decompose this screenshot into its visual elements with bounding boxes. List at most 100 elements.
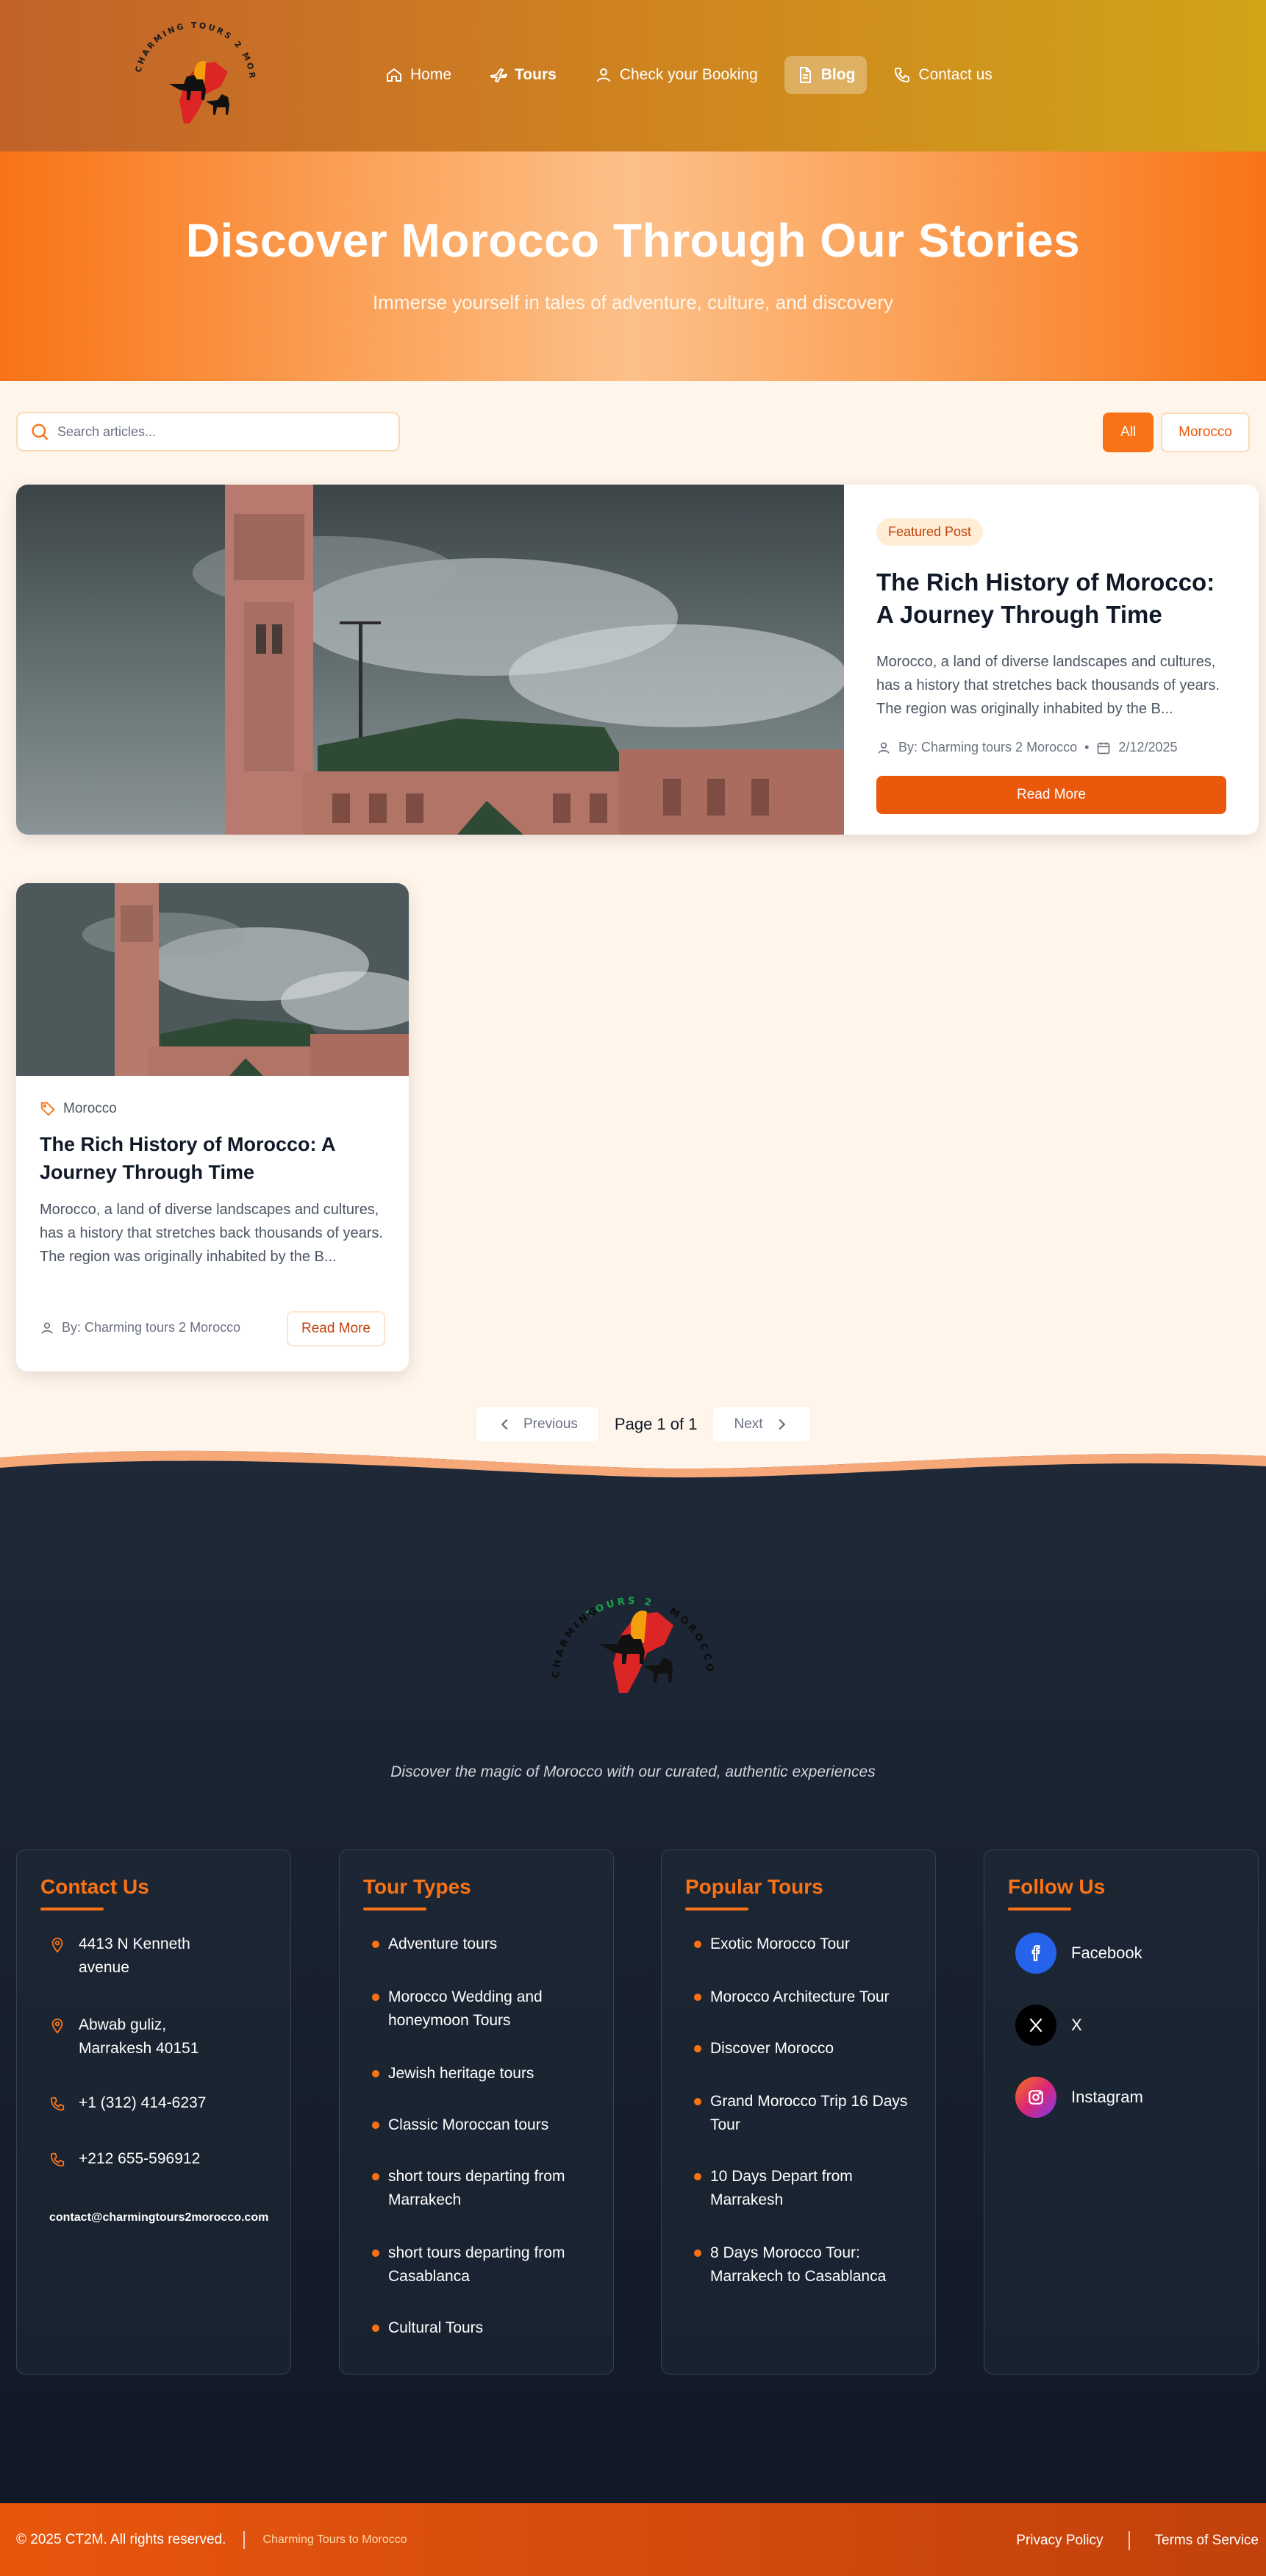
nav-check-booking-label: Check your Booking <box>619 66 758 83</box>
previous-page-button[interactable]: Previous <box>475 1405 600 1444</box>
popular-tour-label: Morocco Architecture Tour <box>710 1988 890 2005</box>
contact-address-2-text: Abwab guliz, Marrakesh 40151 <box>79 2016 199 2057</box>
post-card-title[interactable]: The Rich History of Morocco: A Journey T… <box>40 1130 385 1186</box>
title-underline <box>1008 1908 1071 1910</box>
featured-post-content: Featured Post The Rich History of Morocc… <box>876 518 1226 814</box>
top-navbar: CHARMING TOURS 2 MOROCCO Home Tours Chec… <box>0 0 1266 151</box>
popular-tour-link[interactable]: Grand Morocco Trip 16 Days Tour <box>694 2090 915 2137</box>
popular-tour-link[interactable]: Discover Morocco <box>694 2037 915 2061</box>
chevron-left-icon <box>501 1419 508 1430</box>
previous-label: Previous <box>523 1416 578 1432</box>
plane-icon <box>490 68 508 83</box>
phone-icon <box>895 68 910 83</box>
featured-post-image[interactable] <box>16 485 844 835</box>
filter-morocco-button[interactable]: Morocco <box>1161 413 1250 452</box>
map-pin-icon <box>51 1937 63 1953</box>
footer-contact-column: Contact Us 4413 N Kenneth avenue Abwab g… <box>16 1849 291 2375</box>
divider <box>243 2531 246 2549</box>
contact-address-2: Abwab guliz, Marrakesh 40151 <box>49 2013 240 2061</box>
svg-text:MOROCCO: MOROCCO <box>668 1606 715 1675</box>
bullet-dot <box>694 2249 701 2257</box>
post-card-image[interactable] <box>16 883 409 1076</box>
bullet-dot <box>372 2249 379 2257</box>
hero-title: Discover Morocco Through Our Stories <box>185 214 1081 267</box>
tour-type-link[interactable]: short tours departing from Marrakech <box>372 2165 593 2212</box>
featured-read-more-button[interactable]: Read More <box>876 776 1226 814</box>
featured-post-excerpt: Morocco, a land of diverse landscapes an… <box>876 654 1220 717</box>
post-card-author: By: Charming tours 2 Morocco <box>62 1320 241 1335</box>
terms-of-service-link[interactable]: Terms of Service <box>1155 2533 1259 2549</box>
footer-follow-title: Follow Us <box>1008 1875 1106 1898</box>
next-page-button[interactable]: Next <box>712 1405 812 1444</box>
bullet-dot <box>372 2173 379 2180</box>
nav-tours[interactable]: Tours <box>478 56 568 94</box>
nav-tours-label: Tours <box>515 66 557 83</box>
post-card-excerpt: Morocco, a land of diverse landscapes an… <box>40 1202 383 1265</box>
instagram-link[interactable]: Instagram <box>1015 2077 1143 2118</box>
popular-tour-link[interactable]: 8 Days Morocco Tour: Marrakech to Casabl… <box>694 2241 915 2288</box>
featured-post-title[interactable]: The Rich History of Morocco: A Journey T… <box>876 566 1226 631</box>
contact-phone-1-text: +1 (312) 414-6237 <box>79 2094 207 2111</box>
facebook-label: Facebook <box>1071 1944 1142 1962</box>
contact-phone-1[interactable]: +1 (312) 414-6237 <box>49 2091 206 2115</box>
popular-tour-link[interactable]: Exotic Morocco Tour <box>694 1933 915 1956</box>
search-input[interactable] <box>57 424 387 440</box>
nav-blog[interactable]: Blog <box>784 56 868 94</box>
popular-tour-label: 8 Days Morocco Tour: Marrakech to Casabl… <box>710 2244 887 2285</box>
meta-separator: • <box>1084 740 1090 754</box>
tour-type-link[interactable]: Cultural Tours <box>372 2316 593 2340</box>
title-underline <box>40 1908 104 1910</box>
footer-logo[interactable]: TOURS 2 CHARMING MOROCCO <box>537 1553 729 1708</box>
title-underline <box>363 1908 426 1910</box>
facebook-link[interactable]: Facebook <box>1015 1933 1142 1974</box>
bullet-dot <box>372 1994 379 2001</box>
tag-icon <box>40 1102 55 1116</box>
contact-email-text: contact@charmingtours2morocco.com <box>49 2211 269 2224</box>
contact-email[interactable]: contact@charmingtours2morocco.com <box>49 2206 268 2230</box>
category-filters: All Morocco <box>1103 413 1250 452</box>
featured-badge: Featured Post <box>876 518 984 546</box>
tour-type-link[interactable]: Jewish heritage tours <box>372 2062 593 2086</box>
bullet-dot <box>694 1941 701 1948</box>
page-indicator: Page 1 of 1 <box>614 1415 698 1433</box>
contact-phone-2[interactable]: +212 655-596912 <box>49 2147 200 2171</box>
hero-subtitle: Immerse yourself in tales of adventure, … <box>372 291 894 313</box>
tour-type-link[interactable]: Morocco Wedding and honeymoon Tours <box>372 1985 593 2033</box>
x-logo-icon <box>1015 2005 1056 2046</box>
privacy-policy-link[interactable]: Privacy Policy <box>1016 2533 1103 2549</box>
post-card-category-label: Morocco <box>63 1101 117 1116</box>
brand-text: Charming Tours to Morocco <box>262 2533 407 2546</box>
x-link[interactable]: X <box>1015 2005 1082 2046</box>
home-icon <box>387 68 401 82</box>
popular-tour-link[interactable]: 10 Days Depart from Marrakesh <box>694 2165 915 2212</box>
tour-type-label: Jewish heritage tours <box>388 2065 534 2082</box>
nav-contact[interactable]: Contact us <box>881 56 1004 94</box>
tour-type-label: short tours departing from Casablanca <box>388 2244 565 2285</box>
site-logo[interactable]: CHARMING TOURS 2 MOROCCO <box>118 13 272 138</box>
popular-tour-link[interactable]: Morocco Architecture Tour <box>694 1985 915 2009</box>
post-card-read-more-button[interactable]: Read More <box>287 1311 385 1346</box>
post-card-meta: By: Charming tours 2 Morocco <box>40 1320 240 1335</box>
bullet-dot <box>372 1941 379 1948</box>
copyright-block: © 2025 CT2M. All rights reserved. Charmi… <box>16 2531 407 2549</box>
search-icon <box>32 424 49 440</box>
tour-type-link[interactable]: Adventure tours <box>372 1933 593 1956</box>
popular-tour-label: Exotic Morocco Tour <box>710 1935 850 1952</box>
featured-post-author: By: Charming tours 2 Morocco <box>898 740 1078 754</box>
bullet-dot <box>372 2070 379 2077</box>
filter-all-button[interactable]: All <box>1103 413 1154 452</box>
post-card-category[interactable]: Morocco <box>40 1101 117 1117</box>
nav-home[interactable]: Home <box>373 56 463 94</box>
post-card: Morocco The Rich History of Morocco: A J… <box>16 883 409 1371</box>
tour-type-link[interactable]: Classic Moroccan tours <box>372 2113 593 2137</box>
footer-tour-types-title: Tour Types <box>363 1875 471 1898</box>
footer-tagline: Discover the magic of Morocco with our c… <box>390 1763 876 1780</box>
tour-type-link[interactable]: short tours departing from Casablanca <box>372 2241 593 2288</box>
svg-text:CHARMING: CHARMING <box>551 1605 601 1679</box>
instagram-icon <box>1015 2077 1056 2118</box>
footer-popular-tours-column: Popular Tours Exotic Morocco Tour Morocc… <box>661 1849 936 2375</box>
bullet-dot <box>694 2045 701 2052</box>
nav-check-booking[interactable]: Check your Booking <box>583 56 770 94</box>
tour-type-label: Cultural Tours <box>388 2319 484 2336</box>
calendar-icon <box>1098 742 1110 754</box>
